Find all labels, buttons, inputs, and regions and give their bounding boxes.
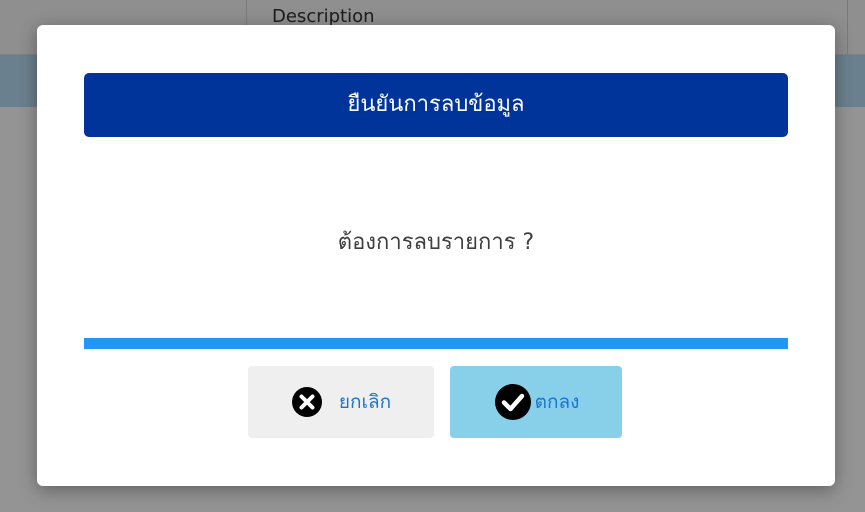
dialog-divider [84, 338, 788, 349]
ok-button[interactable]: ตกลง [450, 366, 622, 438]
close-circle-icon [291, 386, 323, 418]
dialog-message: ต้องการลบรายการ ? [337, 230, 535, 255]
dialog-title: ยืนยันการลบข้อมูล [347, 92, 525, 117]
ok-button-label: ตกลง [534, 390, 580, 413]
check-circle-icon [493, 382, 533, 422]
confirm-delete-dialog: ยืนยันการลบข้อมูล ต้องการลบรายการ ? ยกเล… [37, 25, 835, 486]
dialog-title-bar: ยืนยันการลบข้อมูล [84, 73, 788, 137]
cancel-button[interactable]: ยกเลิก [248, 366, 434, 438]
cancel-button-label: ยกเลิก [338, 390, 392, 413]
